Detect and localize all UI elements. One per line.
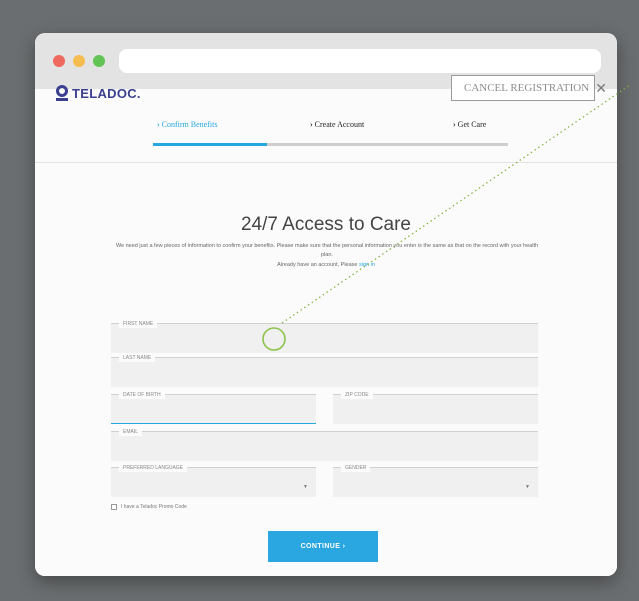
preferred-language-label: PREFERRED LANGUAGE xyxy=(119,464,188,472)
step-confirm-benefits: › Confirm Benefits xyxy=(157,120,218,129)
teladoc-logo[interactable]: TELADOC. xyxy=(55,85,141,101)
step-create-account: › Create Account xyxy=(310,120,365,129)
first-name-label: FIRST NAME xyxy=(119,320,158,328)
email-field[interactable]: EMAIL xyxy=(111,428,538,461)
last-name-label: LAST NAME xyxy=(119,354,156,362)
sign-in-prompt: Already have an account, Please sign in xyxy=(277,262,375,268)
promo-code-label: I have a Teladoc Promo Code xyxy=(121,504,187,510)
chevron-down-icon: ▼ xyxy=(303,484,308,490)
progress-bar xyxy=(153,143,508,146)
progress-fill xyxy=(153,143,267,146)
logo-text: TELADOC. xyxy=(72,85,141,101)
chevron-down-icon: ▼ xyxy=(525,484,530,490)
close-icon: ✕ xyxy=(595,80,607,96)
zip-code-field[interactable]: ZIP CODE xyxy=(333,391,538,424)
header-divider xyxy=(35,162,617,163)
gender-label: GENDER xyxy=(341,464,371,472)
step-get-care: › Get Care xyxy=(453,120,487,129)
first-name-field[interactable]: FIRST NAME xyxy=(111,320,538,353)
sign-in-link[interactable]: sign in xyxy=(359,262,375,268)
email-label: EMAIL xyxy=(119,428,143,436)
page-content: TELADOC. CANCEL REGISTRATION ✕ › Confirm … xyxy=(35,33,617,576)
date-of-birth-label: DATE OF BIRTH xyxy=(119,391,165,399)
promo-code-checkbox[interactable] xyxy=(111,504,117,510)
zip-code-label: ZIP CODE xyxy=(341,391,373,399)
progress-steps: › Confirm Benefits › Create Account › Get C… xyxy=(35,120,617,140)
date-of-birth-field[interactable]: DATE OF BIRTH xyxy=(111,391,316,424)
gender-select[interactable]: GENDER ▼ xyxy=(333,464,538,497)
continue-button[interactable]: CONTINUE › xyxy=(268,531,378,562)
logo-icon xyxy=(55,85,69,101)
intro-text: We need just a few pieces of information… xyxy=(115,243,539,258)
preferred-language-select[interactable]: PREFERRED LANGUAGE ▼ xyxy=(111,464,316,497)
cancel-registration-button[interactable]: CANCEL REGISTRATION ✕ xyxy=(451,75,607,101)
page-title: 24/7 Access to Care xyxy=(240,214,412,235)
cancel-registration-label: CANCEL REGISTRATION xyxy=(464,82,590,94)
promo-code-option[interactable]: I have a Teladoc Promo Code xyxy=(111,504,187,510)
last-name-field[interactable]: LAST NAME xyxy=(111,354,538,387)
